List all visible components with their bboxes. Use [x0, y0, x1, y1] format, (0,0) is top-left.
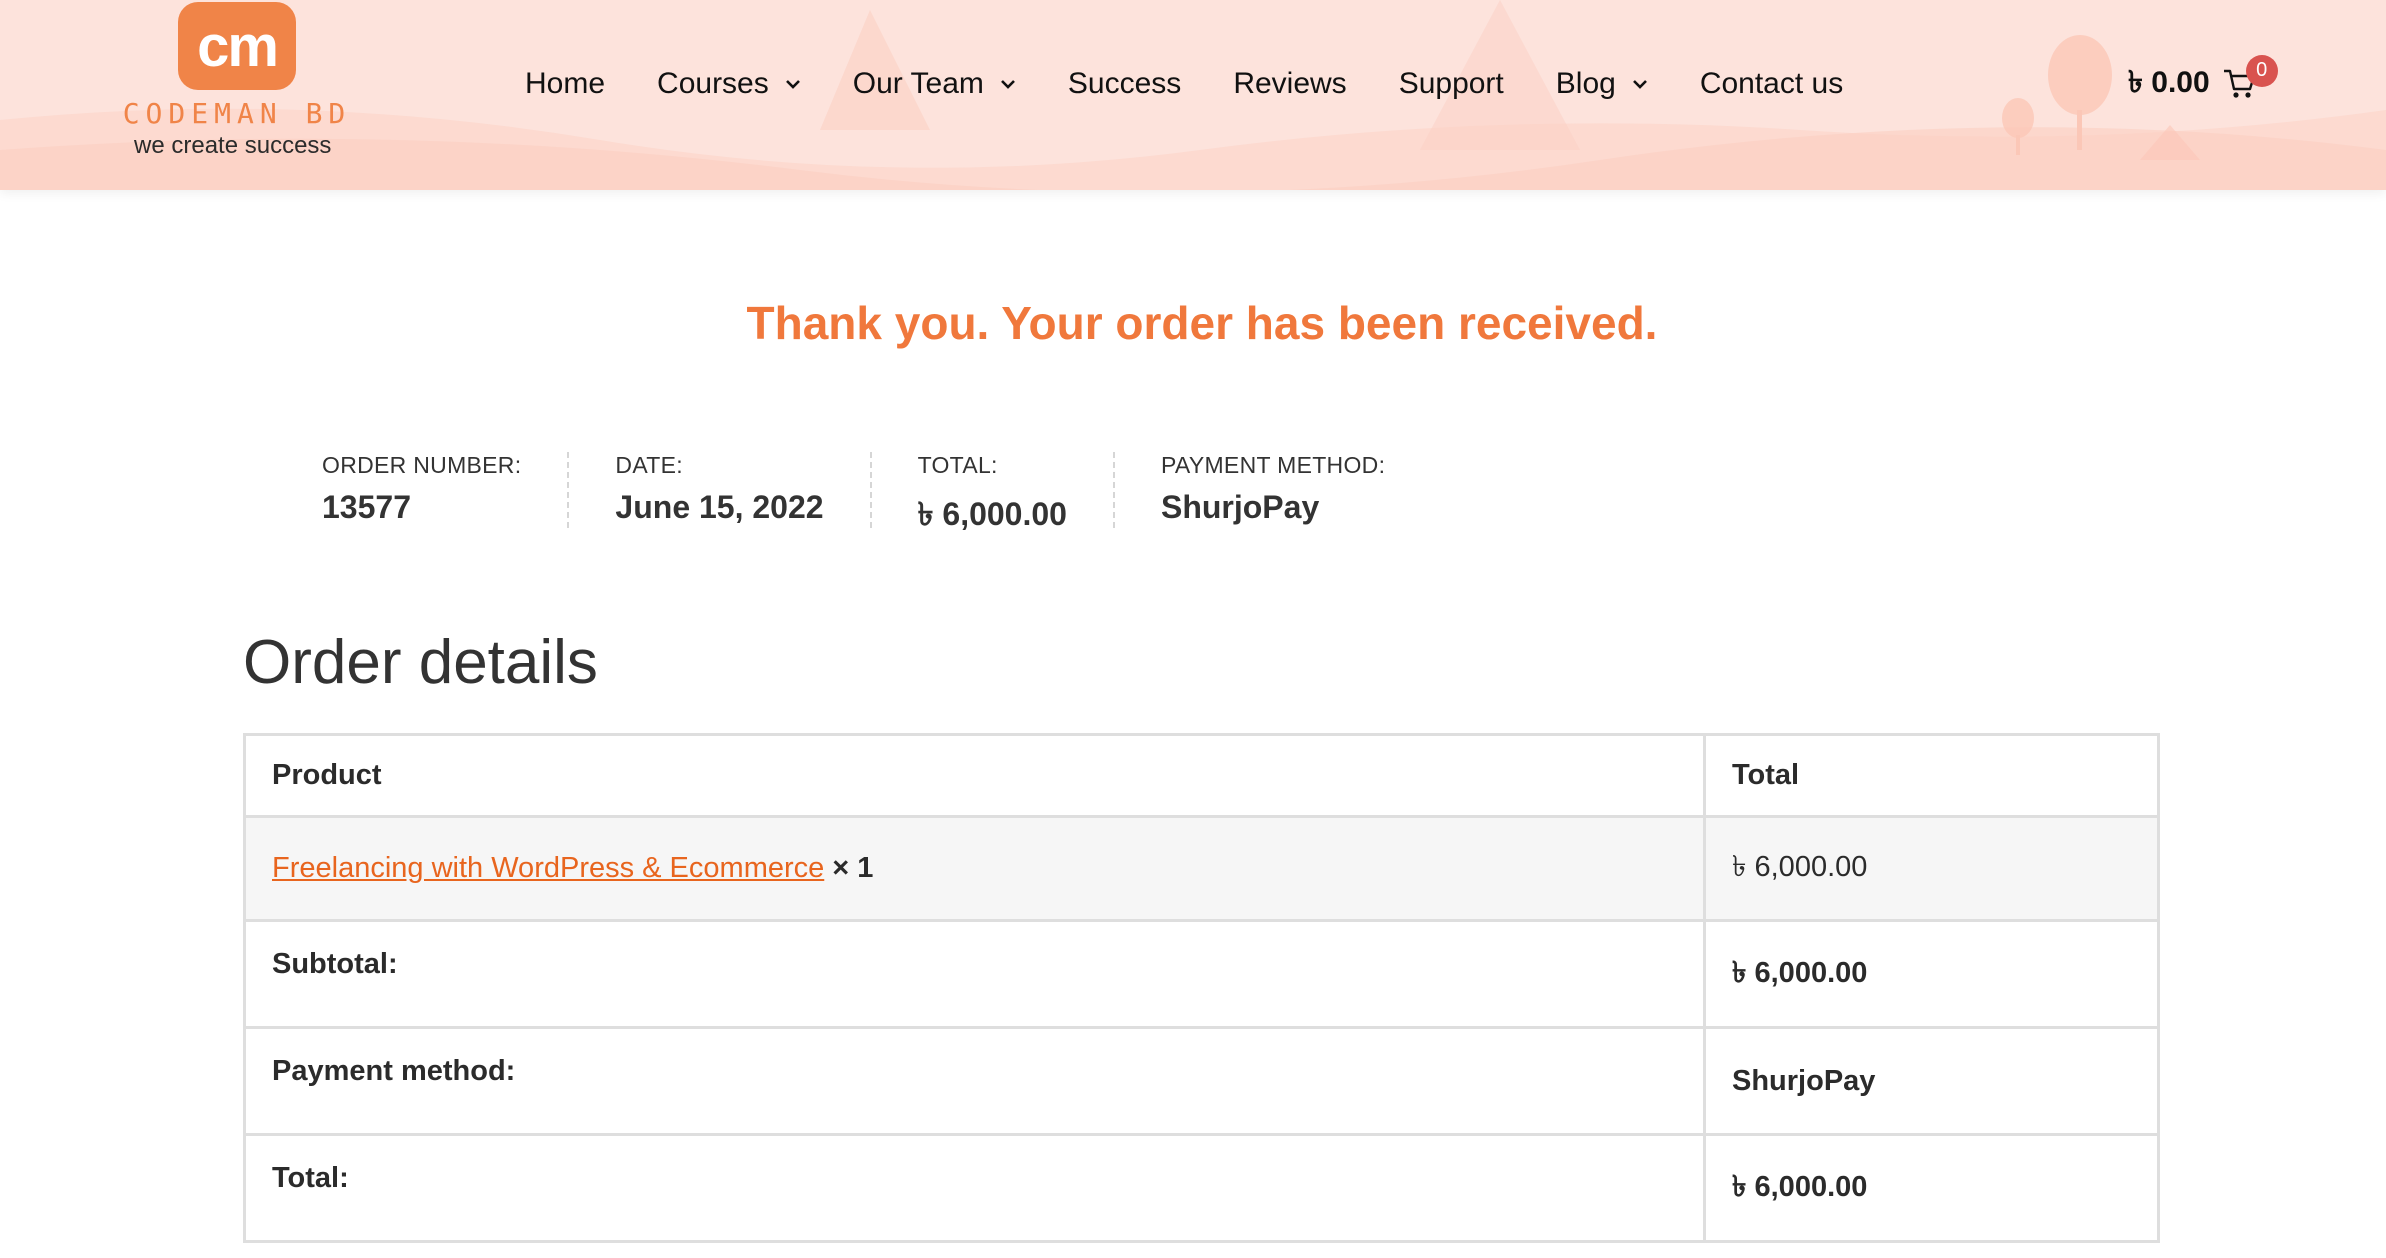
order-date-label: DATE: [615, 452, 683, 478]
nav-item-courses[interactable]: Courses [657, 67, 801, 101]
nav-label: Support [1398, 67, 1504, 100]
total-row-value: ৳ 6,000.00 [1732, 1170, 1868, 1203]
product-cell: Freelancing with WordPress & Ecommerce ×… [246, 818, 1706, 919]
subtotal-value: ৳ 6,000.00 [1732, 956, 1868, 989]
site-header: cm CODEMAN BD we create success Home Cou… [0, 0, 2386, 190]
chevron-down-icon [1632, 80, 1647, 89]
chevron-down-icon [785, 80, 800, 89]
nav-label: Our Team [852, 67, 984, 100]
cart-count-badge: 0 [2245, 54, 2278, 87]
order-date: DATE: June 15, 2022 [615, 452, 872, 528]
order-details-title: Order details [243, 628, 598, 697]
nav-item-home[interactable]: Home [525, 67, 605, 101]
nav-label: Home [525, 67, 606, 100]
product-link[interactable]: Freelancing with WordPress & Ecommerce [272, 852, 824, 885]
nav-item-our-team[interactable]: Our Team [853, 67, 1016, 101]
payment-method-value: ShurjoPay [1160, 489, 1320, 525]
order-number-value: 13577 [322, 489, 411, 525]
nav-label: Courses [657, 67, 769, 100]
nav-item-blog[interactable]: Blog [1556, 67, 1648, 101]
order-received-message: Thank you. Your order has been received. [746, 297, 1658, 349]
logo-tagline: we create success [134, 132, 332, 159]
order-date-value: June 15, 2022 [615, 489, 824, 525]
payment-method-row-label: Payment method: [246, 1029, 1706, 1133]
nav-item-success[interactable]: Success [1068, 67, 1181, 101]
column-header-total: Total [1732, 759, 1800, 791]
product-quantity: × 1 [832, 852, 874, 884]
cart-button[interactable]: ৳ 0.00 0 [2128, 54, 2278, 109]
table-row: Payment method: ShurjoPay [246, 1029, 2157, 1136]
cart-icon: 0 [2222, 54, 2278, 101]
main-nav: Home Courses Our Team Success Reviews Su… [525, 62, 1895, 106]
svg-text:CODEMAN BD: CODEMAN BD [123, 99, 352, 129]
order-details-table: Product Total Freelancing with WordPress… [243, 733, 2160, 1243]
nav-item-reviews[interactable]: Reviews [1233, 67, 1346, 101]
column-header-product: Product [246, 736, 1706, 815]
payment-method-label: PAYMENT METHOD: [1160, 452, 1386, 478]
logo-wordmark: CODEMAN BD [123, 99, 352, 129]
table-row: Total: ৳ 6,000.00 [246, 1136, 2157, 1240]
order-total-value: ৳ 6,000.00 [917, 496, 1067, 532]
table-header-row: Product Total [246, 736, 2157, 818]
logo-mark: cm [178, 2, 296, 90]
nav-label: Success [1067, 67, 1182, 100]
nav-label: Blog [1555, 67, 1616, 100]
nav-label: Reviews [1233, 67, 1347, 100]
order-number-label: ORDER NUMBER: [322, 452, 522, 478]
table-row: Freelancing with WordPress & Ecommerce ×… [246, 818, 2157, 922]
payment-method-row-value: ShurjoPay [1732, 1064, 1876, 1097]
subtotal-label: Subtotal: [246, 922, 1706, 1026]
order-payment-method: PAYMENT METHOD: ShurjoPay [1161, 452, 1431, 528]
order-number: ORDER NUMBER: 13577 [322, 452, 570, 528]
total-row-label: Total: [246, 1136, 1706, 1240]
chevron-down-icon [1001, 80, 1015, 89]
nav-label: Contact us [1699, 67, 1844, 100]
order-overview: ORDER NUMBER: 13577 DATE: June 15, 2022 … [322, 452, 1477, 532]
nav-item-contact-us[interactable]: Contact us [1700, 67, 1843, 101]
cart-amount: ৳ 0.00 [2128, 66, 2210, 99]
nav-item-support[interactable]: Support [1399, 67, 1504, 101]
table-row: Subtotal: ৳ 6,000.00 [246, 922, 2157, 1029]
site-logo[interactable]: cm CODEMAN BD we create success [82, 2, 392, 162]
product-total: ৳ 6,000.00 [1732, 851, 1868, 883]
order-total: TOTAL: ৳ 6,000.00 [917, 452, 1115, 532]
order-total-label: TOTAL: [917, 452, 998, 478]
